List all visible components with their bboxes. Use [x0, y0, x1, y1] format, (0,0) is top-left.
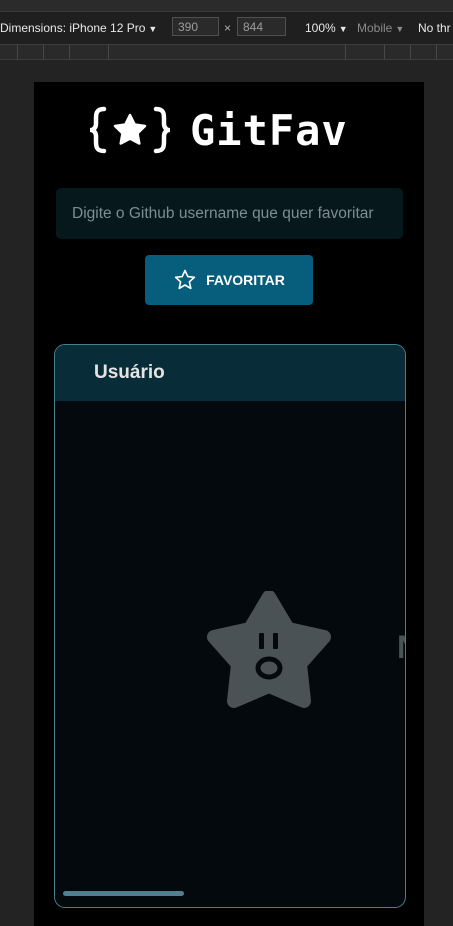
device-select[interactable]: Dimensions: iPhone 12 Pro ▼: [0, 21, 157, 35]
width-input[interactable]: 390: [172, 17, 219, 36]
times-separator: ×: [224, 21, 232, 35]
throttle-select[interactable]: No thr: [418, 21, 451, 35]
app-logo: GitFav: [90, 102, 348, 158]
empty-state-text: N: [397, 629, 405, 666]
empty-star-face-icon: [207, 591, 331, 708]
column-header-user: Usuário: [94, 362, 165, 383]
favorite-button-label: FAVORITAR: [206, 272, 285, 288]
devtools-device-toolbar: Dimensions: iPhone 12 Pro ▼ 390 × 844 100…: [0, 12, 453, 45]
chevron-down-icon: ▼: [338, 24, 348, 34]
app-title: GitFav: [190, 105, 348, 155]
devtools-top-strip: [0, 0, 453, 12]
chevron-down-icon: ▼: [148, 24, 158, 34]
table-header: Usuário: [55, 345, 405, 401]
device-type-select[interactable]: Mobile ▼: [357, 21, 404, 35]
horizontal-scrollbar[interactable]: [63, 891, 184, 896]
github-username-input[interactable]: [56, 188, 403, 239]
zoom-select[interactable]: 100% ▼: [305, 21, 348, 35]
height-input[interactable]: 844: [237, 17, 286, 36]
favorite-button[interactable]: FAVORITAR: [145, 255, 313, 305]
star-outline-icon: [174, 269, 196, 290]
braces-star-icon: [90, 106, 170, 154]
device-viewport: GitFav FAVORITAR Usuário N: [34, 82, 424, 926]
chevron-down-icon: ▼: [395, 24, 405, 34]
media-query-ruler: [0, 45, 453, 60]
favorites-table: Usuário N: [54, 344, 406, 908]
